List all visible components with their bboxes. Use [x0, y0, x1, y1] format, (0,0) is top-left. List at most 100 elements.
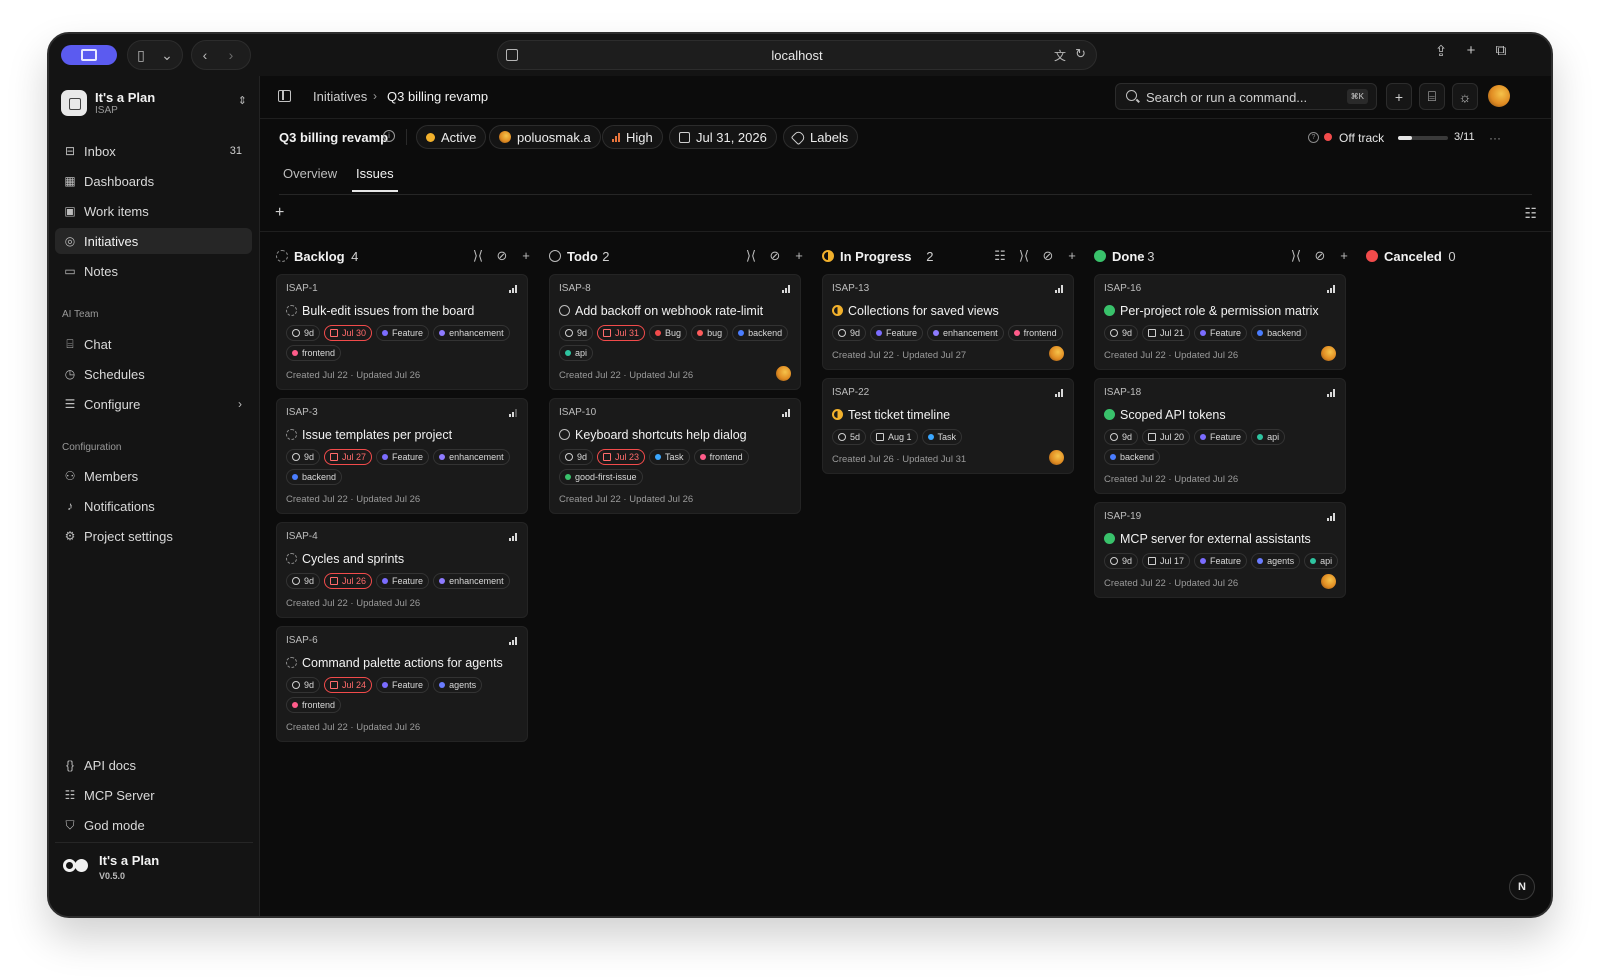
column-collapse-icon[interactable]: ⟩⟨ — [743, 248, 759, 264]
label-chip[interactable]: backend — [286, 469, 343, 485]
corner-badge[interactable]: N — [1509, 874, 1535, 900]
add-issue-icon[interactable]: + — [275, 204, 284, 222]
label-chip[interactable]: enhancement — [433, 573, 510, 589]
forward-icon[interactable]: › — [218, 42, 244, 68]
chat-panel-icon[interactable]: ⌸ — [1419, 83, 1445, 110]
breadcrumb-initiatives[interactable]: Initiatives — [313, 89, 367, 104]
estimate-chip[interactable]: 9d — [286, 325, 321, 341]
column-plus-icon[interactable]: + — [1336, 248, 1352, 263]
column-plus-icon[interactable]: + — [791, 248, 807, 263]
label-chip[interactable]: agents — [1251, 553, 1301, 569]
tabs-overview-icon[interactable]: ⧉ — [1489, 42, 1513, 59]
column-hide-icon[interactable]: ⊘ — [1312, 248, 1328, 264]
label-chip[interactable]: enhancement — [927, 325, 1004, 341]
sidebar-item-configure[interactable]: ☰ Configure › — [55, 391, 252, 417]
label-chip[interactable]: backend — [1251, 325, 1308, 341]
command-search[interactable]: Search or run a command... ⌘K — [1115, 83, 1377, 110]
estimate-chip[interactable]: 9d — [1104, 325, 1139, 341]
column-plus-icon[interactable]: + — [1064, 248, 1080, 263]
label-chip[interactable]: Bug — [649, 325, 688, 341]
sidebar-item-work-items[interactable]: ▣ Work items — [55, 198, 252, 224]
sidebar-item-notes[interactable]: ▭ Notes — [55, 258, 252, 284]
sidebar-item-schedules[interactable]: ◷ Schedules — [55, 361, 252, 387]
issue-card[interactable]: ISAP-16 Per-project role & permission mat… — [1094, 274, 1346, 370]
issue-card[interactable]: ISAP-10 Keyboard shortcuts help dialog 9d J… — [549, 398, 801, 514]
address-bar[interactable]: localhost 文 ↻ — [497, 40, 1097, 70]
sidebar-item-mcp-server[interactable]: ☷ MCP Server — [55, 782, 252, 808]
display-options-icon[interactable]: ☷ — [1524, 205, 1537, 222]
column-sort-icon[interactable]: ☷ — [992, 248, 1008, 264]
priority-chip[interactable]: High — [602, 125, 663, 149]
share-icon[interactable]: ⇪ — [1429, 42, 1453, 60]
date-chip[interactable]: Jul 20 — [1142, 429, 1191, 445]
date-chip[interactable]: Jul 31 — [597, 325, 646, 341]
issue-card[interactable]: ISAP-13 Collections for saved views 9d Feat… — [822, 274, 1074, 370]
label-chip[interactable]: Feature — [1194, 325, 1248, 341]
date-chip[interactable]: Aug 1 — [870, 429, 918, 445]
label-chip[interactable]: Feature — [376, 325, 430, 341]
labels-chip[interactable]: Labels — [783, 125, 859, 149]
back-icon[interactable]: ‹ — [192, 42, 218, 68]
label-chip[interactable]: enhancement — [433, 449, 510, 465]
column-hide-icon[interactable]: ⊘ — [494, 248, 510, 264]
estimate-chip[interactable]: 9d — [559, 325, 594, 341]
user-avatar[interactable] — [1488, 85, 1510, 107]
label-chip[interactable]: frontend — [286, 697, 342, 713]
sidebar-item-api-docs[interactable]: {} API docs — [55, 752, 252, 778]
search-input[interactable]: Search or run a command... — [1146, 90, 1307, 105]
sidebar-item-dashboards[interactable]: ▦ Dashboards — [55, 168, 252, 194]
estimate-chip[interactable]: 9d — [1104, 429, 1139, 445]
estimate-chip[interactable]: 9d — [832, 325, 867, 341]
estimate-chip[interactable]: 9d — [1104, 553, 1139, 569]
label-chip[interactable]: Feature — [1194, 429, 1248, 445]
due-date-chip[interactable]: Jul 31, 2026 — [669, 125, 777, 149]
assignee-avatar[interactable] — [1049, 346, 1064, 361]
label-chip[interactable]: frontend — [693, 449, 749, 465]
label-chip[interactable]: Feature — [376, 677, 430, 693]
label-chip[interactable]: api — [559, 345, 594, 361]
label-chip[interactable]: backend — [732, 325, 789, 341]
owner-chip[interactable]: poluosmak.a — [489, 125, 601, 149]
tab-overview[interactable]: Overview — [283, 166, 337, 192]
sidebar-item-chat[interactable]: ⌸ Chat — [55, 331, 252, 357]
assignee-avatar[interactable] — [1049, 450, 1064, 465]
label-chip[interactable]: bug — [691, 325, 729, 341]
issue-card[interactable]: ISAP-4 Cycles and sprints 9d Jul 26 Feature e… — [276, 522, 528, 618]
label-chip[interactable]: backend — [1104, 449, 1161, 465]
sidebar-item-inbox[interactable]: ⊟ Inbox 31 — [55, 138, 252, 164]
date-chip[interactable]: Jul 30 — [324, 325, 373, 341]
label-chip[interactable]: enhancement — [433, 325, 510, 341]
info-icon[interactable]: i — [383, 130, 395, 142]
add-icon[interactable]: + — [1386, 83, 1412, 110]
label-chip[interactable]: frontend — [1007, 325, 1063, 341]
sidebar-toggle-group[interactable]: ▯ ⌄ — [127, 40, 183, 70]
label-chip[interactable]: Feature — [870, 325, 924, 341]
translate-icon[interactable]: 文 — [1054, 47, 1066, 64]
label-chip[interactable]: good-first-issue — [559, 469, 643, 485]
issue-card[interactable]: ISAP-6 Command palette actions for agents… — [276, 626, 528, 742]
more-icon[interactable]: ··· — [1489, 131, 1501, 145]
sidebar-item-god-mode[interactable]: ⛉ God mode — [55, 812, 252, 838]
label-chip[interactable]: api — [1304, 553, 1339, 569]
estimate-chip[interactable]: 9d — [286, 449, 321, 465]
chevron-down-icon[interactable]: ⌄ — [154, 42, 180, 68]
sidebar-toggle-icon[interactable] — [278, 90, 291, 102]
column-collapse-icon[interactable]: ⟩⟨ — [1016, 248, 1032, 264]
sidebar-item-project-settings[interactable]: ⚙ Project settings — [55, 523, 252, 549]
issue-card[interactable]: ISAP-1 Bulk-edit issues from the board 9d J… — [276, 274, 528, 390]
label-chip[interactable]: api — [1251, 429, 1286, 445]
label-chip[interactable]: Feature — [1194, 553, 1248, 569]
estimate-chip[interactable]: 9d — [286, 573, 321, 589]
label-chip[interactable]: Feature — [376, 449, 430, 465]
sidebar-item-notifications[interactable]: ♪ Notifications — [55, 493, 252, 519]
label-chip[interactable]: Task — [649, 449, 690, 465]
label-chip[interactable]: agents — [433, 677, 483, 693]
column-plus-icon[interactable]: + — [518, 248, 534, 263]
sidebar-item-initiatives[interactable]: ◎ Initiatives — [55, 228, 252, 254]
column-hide-icon[interactable]: ⊘ — [767, 248, 783, 264]
tab-issues[interactable]: Issues — [352, 166, 398, 192]
label-chip[interactable]: frontend — [286, 345, 342, 361]
assignee-avatar[interactable] — [1321, 574, 1336, 589]
date-chip[interactable]: Jul 21 — [1142, 325, 1191, 341]
estimate-chip[interactable]: 9d — [559, 449, 594, 465]
